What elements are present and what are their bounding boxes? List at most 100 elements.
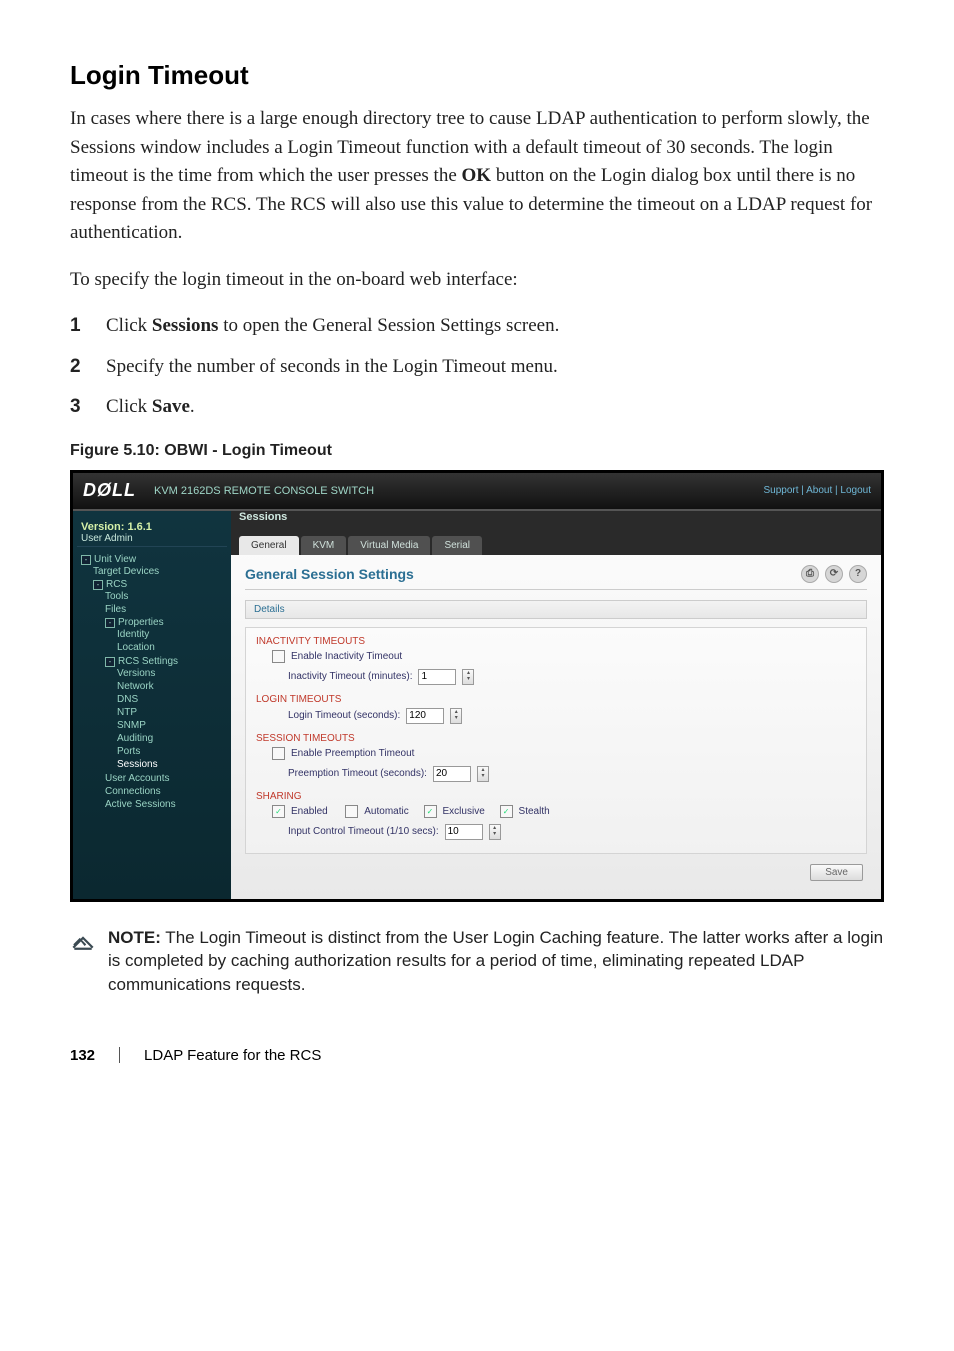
tree-snmp[interactable]: SNMP — [117, 719, 227, 732]
spinner-icon[interactable]: ▴▾ — [462, 669, 474, 685]
tab-general[interactable]: General — [239, 536, 299, 555]
intro-bold-ok: OK — [462, 165, 492, 186]
collapse-icon[interactable]: - — [105, 657, 115, 667]
topbar-title: KVM 2162DS REMOTE CONSOLE SWITCH — [154, 485, 374, 497]
step-text-bold: Sessions — [152, 315, 219, 336]
tab-kvm[interactable]: KVM — [301, 536, 347, 555]
tree-target-devices[interactable]: Target Devices — [93, 565, 227, 578]
step-text-bold: Save — [152, 396, 190, 417]
topbar-links[interactable]: Support | About | Logout — [764, 485, 872, 496]
tree-label: Unit View — [94, 554, 136, 565]
input-control-label: Input Control Timeout (1/10 secs): — [288, 826, 439, 837]
step-item: 1 Click Sessions to open the General Ses… — [70, 312, 884, 341]
tree-ports[interactable]: Ports — [117, 745, 227, 758]
settings-panel: INACTIVITY TIMEOUTS Enable Inactivity Ti… — [245, 627, 867, 854]
login-timeouts-title: LOGIN TIMEOUTS — [256, 694, 856, 705]
login-timeout-row: Login Timeout (seconds): ▴▾ — [256, 705, 856, 727]
tree-tools[interactable]: Tools — [105, 590, 227, 603]
sidebar: Version: 1.6.1 User Admin -Unit View Tar… — [73, 511, 231, 899]
tree-identity[interactable]: Identity — [117, 628, 227, 641]
nav-tree: -Unit View Target Devices -RCS Tools Fil… — [77, 553, 227, 813]
tree-network[interactable]: Network — [117, 680, 227, 693]
tree-label: RCS — [106, 579, 127, 590]
help-icon[interactable]: ? — [849, 565, 867, 583]
step-text-pre: Specify the number of seconds in the Log… — [106, 356, 558, 377]
sharing-options-row: ✓ Enabled Automatic ✓ Exclusive ✓ Stealt… — [256, 802, 856, 821]
tree-active-sessions[interactable]: Active Sessions — [105, 798, 227, 811]
sharing-enabled-checkbox[interactable]: ✓ — [272, 805, 285, 818]
input-control-input[interactable] — [445, 824, 483, 840]
enable-preemption-label: Enable Preemption Timeout — [291, 748, 414, 759]
note-body: The Login Timeout is distinct from the U… — [108, 928, 883, 995]
sharing-stealth-label: Stealth — [519, 806, 550, 817]
tree-dns[interactable]: DNS — [117, 693, 227, 706]
page-footer: 132 LDAP Feature for the RCS — [70, 1047, 884, 1064]
footer-divider — [119, 1047, 120, 1063]
enable-inactivity-label: Enable Inactivity Timeout — [291, 651, 402, 662]
page-number: 132 — [70, 1047, 95, 1064]
sharing-automatic-checkbox[interactable] — [345, 805, 358, 818]
tree-files[interactable]: Files — [105, 603, 227, 616]
tree-unit-view[interactable]: -Unit View Target Devices -RCS Tools Fil… — [81, 553, 227, 813]
tree-auditing[interactable]: Auditing — [117, 732, 227, 745]
app-topbar: DØLL KVM 2162DS REMOTE CONSOLE SWITCH Su… — [73, 473, 881, 511]
spinner-icon[interactable]: ▴▾ — [477, 766, 489, 782]
inactivity-timeout-label: Inactivity Timeout (minutes): — [288, 671, 412, 682]
tree-sessions[interactable]: Sessions — [117, 758, 227, 771]
spinner-icon[interactable]: ▴▾ — [450, 708, 462, 724]
tree-location[interactable]: Location — [117, 641, 227, 654]
intro-paragraph: In cases where there is a large enough d… — [70, 105, 884, 248]
session-tabs: General KVM Virtual Media Serial — [239, 536, 482, 555]
input-control-row: Input Control Timeout (1/10 secs): ▴▾ — [256, 821, 856, 843]
step-text-post: to open the General Session Settings scr… — [218, 315, 559, 336]
user-admin-line: User Admin — [81, 533, 223, 544]
print-icon[interactable]: ⎙ — [801, 565, 819, 583]
collapse-icon[interactable]: - — [93, 580, 103, 590]
main-header-title: Sessions — [239, 511, 287, 523]
preemption-timeout-input[interactable] — [433, 766, 471, 782]
main-pane: Sessions General KVM Virtual Media Seria… — [231, 511, 881, 899]
content-heading-text: General Session Settings — [245, 566, 414, 582]
tree-label: Properties — [118, 617, 164, 628]
collapse-icon[interactable]: - — [105, 618, 115, 628]
enable-preemption-checkbox[interactable] — [272, 747, 285, 760]
step-item: 2 Specify the number of seconds in the L… — [70, 353, 884, 382]
login-timeout-input[interactable] — [406, 708, 444, 724]
brand-logo: DØLL — [83, 480, 136, 501]
tree-label: RCS Settings — [118, 656, 178, 667]
step-item: 3 Click Save. — [70, 393, 884, 422]
note-icon — [70, 926, 96, 952]
inactivity-timeout-row: Inactivity Timeout (minutes): ▴▾ — [256, 666, 856, 688]
collapse-icon[interactable]: - — [81, 555, 91, 565]
heading-icons: ⎙ ⟳ ? — [801, 565, 867, 583]
tree-user-accounts[interactable]: User Accounts — [105, 772, 227, 785]
footer-section: LDAP Feature for the RCS — [144, 1047, 321, 1064]
save-button[interactable]: Save — [810, 864, 863, 881]
details-bar: Details — [245, 600, 867, 619]
note-block: NOTE: The Login Timeout is distinct from… — [70, 926, 884, 997]
tree-ntp[interactable]: NTP — [117, 706, 227, 719]
figure-caption: Figure 5.10: OBWI - Login Timeout — [70, 442, 884, 460]
enable-inactivity-checkbox[interactable] — [272, 650, 285, 663]
tab-serial[interactable]: Serial — [432, 536, 482, 555]
inactivity-timeout-input[interactable] — [418, 669, 456, 685]
enable-inactivity-row: Enable Inactivity Timeout — [256, 647, 856, 666]
content-heading: General Session Settings ⎙ ⟳ ? — [245, 565, 867, 590]
preemption-timeout-label: Preemption Timeout (seconds): — [288, 768, 427, 779]
enable-preemption-row: Enable Preemption Timeout — [256, 744, 856, 763]
refresh-icon[interactable]: ⟳ — [825, 565, 843, 583]
inactivity-timeouts-title: INACTIVITY TIMEOUTS — [256, 636, 856, 647]
instruction-lead: To specify the login timeout in the on-b… — [70, 266, 884, 295]
tree-versions[interactable]: Versions — [117, 667, 227, 680]
tree-properties[interactable]: -Properties Identity Location — [105, 616, 227, 655]
sharing-stealth-checkbox[interactable]: ✓ — [500, 805, 513, 818]
tree-rcs-settings[interactable]: -RCS Settings Versions Network DNS NTP S… — [105, 655, 227, 772]
step-text-pre: Click — [106, 396, 152, 417]
spinner-icon[interactable]: ▴▾ — [489, 824, 501, 840]
tab-virtual-media[interactable]: Virtual Media — [348, 536, 430, 555]
tree-connections[interactable]: Connections — [105, 785, 227, 798]
tree-rcs[interactable]: -RCS Tools Files -Properties Identity Lo… — [93, 578, 227, 812]
step-number: 2 — [70, 353, 81, 382]
note-label: NOTE: — [108, 928, 161, 947]
sharing-exclusive-checkbox[interactable]: ✓ — [424, 805, 437, 818]
